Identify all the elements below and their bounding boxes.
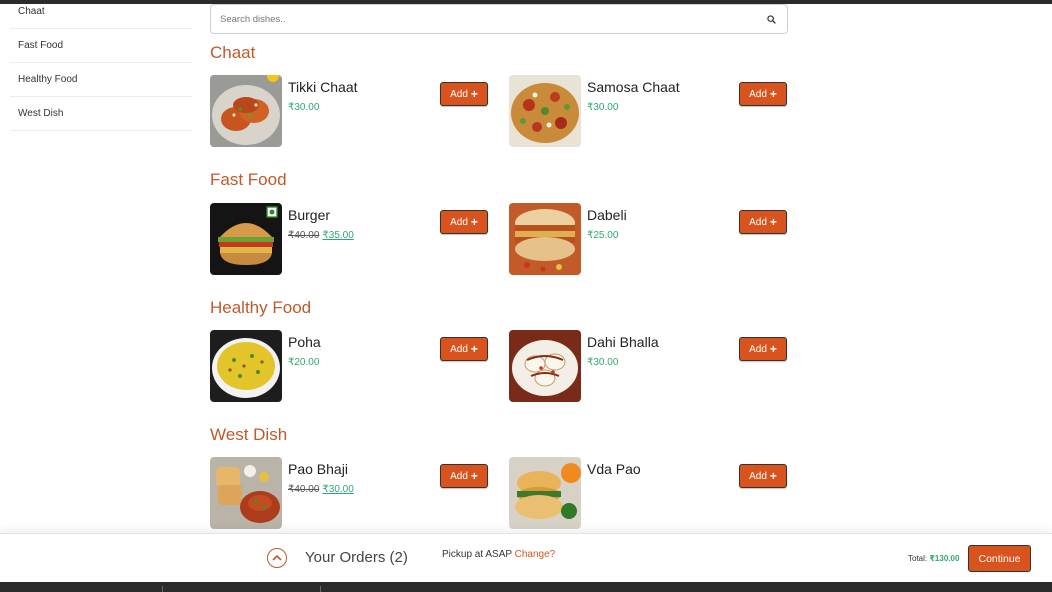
add-button[interactable]: Add + [440,210,488,234]
search-box [210,4,788,34]
dish-name: Burger [288,207,331,223]
sidebar-item-fast-food[interactable]: Fast Food [10,29,192,63]
chevron-up-icon [272,554,282,561]
menu-item-dahi-bhalla: Dahi Bhalla ₹30.00 Add + [509,330,789,404]
add-button-label: Add [450,470,468,482]
add-button-label: Add [749,343,767,355]
menu-item-poha: Poha ₹20.00 Add + [210,330,490,404]
dish-price: ₹20.00 [288,357,319,368]
plus-icon: + [470,215,478,229]
dish-price: ₹25.00 [587,230,618,241]
category-title-healthy-food: Healthy Food [210,298,312,317]
total-label: Total: [908,554,928,563]
plus-icon: + [769,469,777,483]
menu-item-vda-pao: Vda Pao Add + [509,457,789,531]
menu-item-dabeli: Dabeli ₹25.00 Add + [509,203,789,277]
add-button[interactable]: Add + [739,210,787,234]
footer-divider [320,586,321,592]
category-title-fast-food: Fast Food [210,170,287,189]
plus-icon: + [470,87,478,101]
sidebar-item-label: Fast Food [18,40,64,51]
sidebar-item-west-dish[interactable]: West Dish [10,97,192,131]
dish-name: Vda Pao [587,461,641,477]
dish-price: ₹30.00 [587,102,618,113]
continue-button[interactable]: Continue [968,545,1031,572]
plus-icon: + [769,342,777,356]
category-title-west-dish: West Dish [210,425,288,444]
dish-name: Samosa Chaat [587,79,680,95]
order-bar: Your Orders (2) Pickup at ASAP Change? T… [0,533,1052,582]
dish-image [210,330,282,402]
search-input[interactable] [220,5,750,33]
dish-name: Dabeli [587,207,627,223]
add-button[interactable]: Add + [440,464,488,488]
menu-item-pao-bhaji: Pao Bhaji ₹40.00 ₹30.00 Add + [210,457,490,531]
dish-price: ₹40.00 ₹30.00 [288,484,354,495]
menu-item-tikki-chaat: Tikki Chaat ₹30.00 Add + [210,75,490,149]
sidebar-item-label: West Dish [18,108,64,119]
dish-image [210,75,282,147]
price-value: ₹30.00 [288,102,320,113]
dish-price: ₹30.00 [587,357,618,368]
add-button-label: Add [749,88,767,100]
old-price: ₹40.00 [288,484,320,495]
order-total: Total: ₹130.00 [908,554,959,563]
sidebar-item-label: Healthy Food [18,74,78,85]
add-button-label: Add [749,470,767,482]
dish-image [509,330,581,402]
pickup-text: Pickup at ASAP [442,549,512,560]
pickup-info: Pickup at ASAP Change? [442,549,555,560]
old-price: ₹40.00 [288,230,320,241]
footer-divider [162,586,163,592]
price-value: ₹30.00 [587,357,619,368]
dish-image [509,457,581,529]
plus-icon: + [470,342,478,356]
price-value: ₹30.00 [587,102,619,113]
orders-toggle-button[interactable] [267,548,287,568]
sidebar-item-healthy-food[interactable]: Healthy Food [10,63,192,97]
change-pickup-link[interactable]: Change? [515,549,556,560]
dish-price: ₹40.00 ₹35.00 [288,230,354,241]
plus-icon: + [769,215,777,229]
price-value: ₹20.00 [288,357,320,368]
price-value: ₹35.00 [322,230,354,241]
menu-item-samosa-chaat: Samosa Chaat ₹30.00 Add + [509,75,789,149]
dish-name: Poha [288,334,321,350]
search-icon[interactable] [767,15,776,24]
dish-price: ₹30.00 [288,102,319,113]
add-button-label: Add [749,216,767,228]
add-button[interactable]: Add + [440,337,488,361]
sidebar-item-chaat[interactable]: Chaat [10,0,192,29]
add-button[interactable]: Add + [739,337,787,361]
price-value: ₹30.00 [322,484,354,495]
category-sidebar: Chaat Fast Food Healthy Food West Dish [10,0,192,131]
add-button-label: Add [450,216,468,228]
add-button[interactable]: Add + [440,82,488,106]
orders-label[interactable]: Your Orders (2) [305,549,408,566]
dish-image [509,203,581,275]
footer-bar [0,582,1052,592]
dish-name: Tikki Chaat [288,79,358,95]
add-button-label: Add [450,343,468,355]
plus-icon: + [470,469,478,483]
total-value: ₹130.00 [929,554,960,563]
add-button[interactable]: Add + [739,82,787,106]
menu-item-burger: Burger ₹40.00 ₹35.00 Add + [210,203,490,277]
add-button-label: Add [450,88,468,100]
dish-image [509,75,581,147]
dish-name: Pao Bhaji [288,461,348,477]
add-button[interactable]: Add + [739,464,787,488]
price-value: ₹25.00 [587,230,619,241]
dish-image [210,203,282,275]
dish-image [210,457,282,529]
sidebar-item-label: Chaat [18,6,45,17]
plus-icon: + [769,87,777,101]
category-title-chaat: Chaat [210,43,256,62]
dish-name: Dahi Bhalla [587,334,659,350]
